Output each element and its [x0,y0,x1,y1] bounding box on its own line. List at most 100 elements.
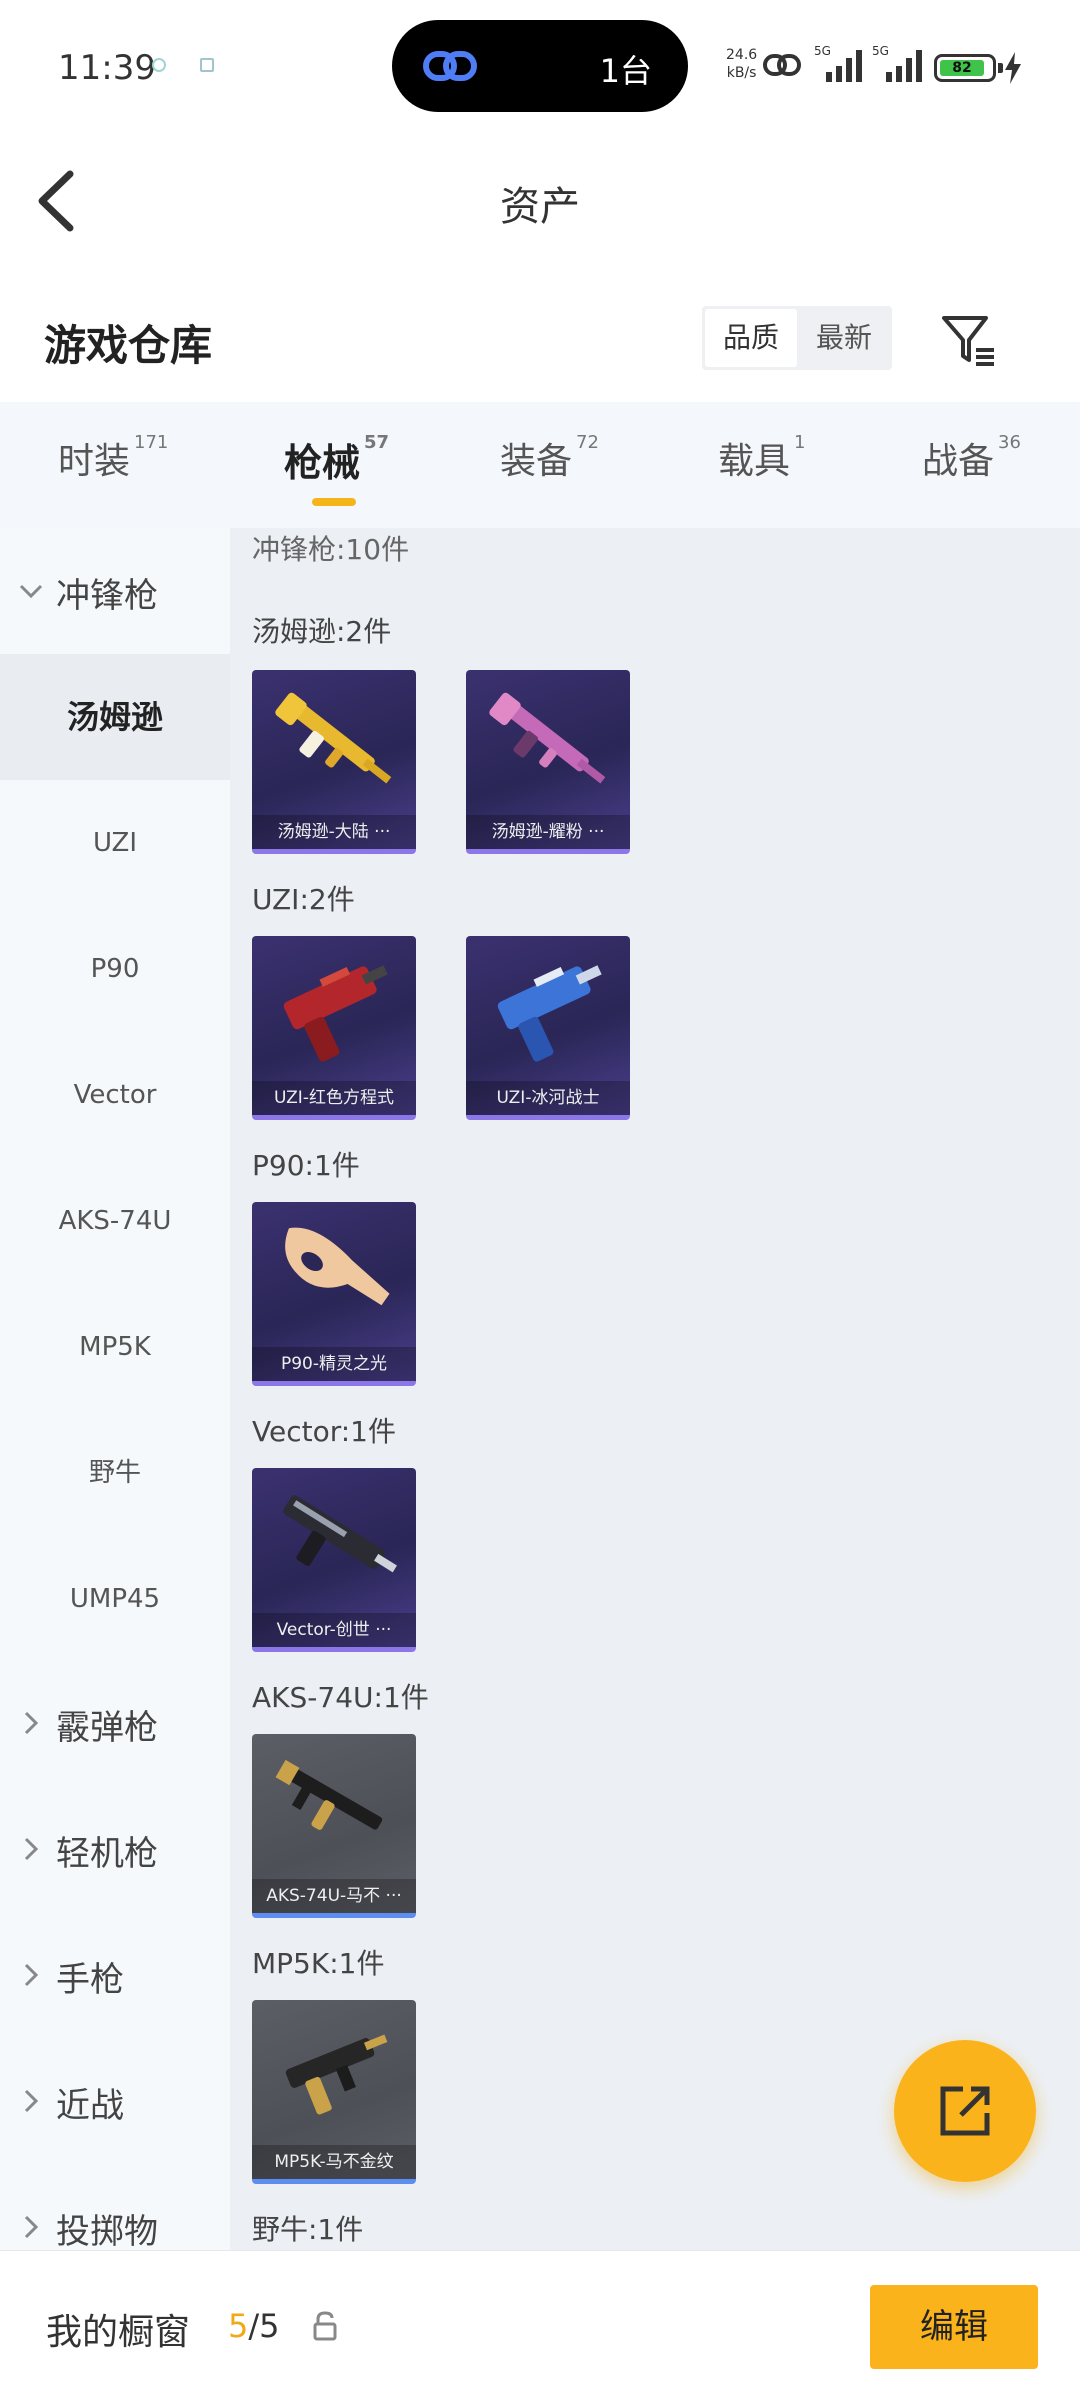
sidebar-group-lmg[interactable]: 轻机枪 [0,1786,230,1912]
thompson-gold-image [275,692,392,784]
p90-image [285,1227,390,1306]
status-bar: 11:39 1台 24.6 kB/s 5G 5G 82 [0,0,1080,130]
item-name: P90-精灵之光 [252,1347,416,1381]
sort-quality-button[interactable]: 品质 [705,309,797,367]
section-label: AKS-74U:1件 [252,1681,429,1714]
sort-toggle: 品质 最新 [702,306,892,370]
sidebar-item-mp5k[interactable]: MP5K [0,1284,230,1410]
uzi-red-image [283,965,388,1062]
tab-fashion[interactable]: 时装 171 [58,432,168,484]
filter-button[interactable] [938,310,998,370]
tab-equipment[interactable]: 装备 72 [500,432,599,484]
item-card[interactable]: MP5K-马不金纹 [252,2000,416,2184]
sidebar: 冲锋枪 汤姆逊 UZI P90 Vector AKS-74U MP5K 野牛 U… [0,528,230,2250]
filter-icon [942,316,994,366]
showcase-count-current: 5 [228,2307,249,2345]
sidebar-item-ump45[interactable]: UMP45 [0,1536,230,1662]
aks74u-image [275,1759,383,1830]
item-card[interactable]: 汤姆逊-大陆 ··· [252,670,416,854]
page: { "status_bar": { "time": "11:39", "isla… [0,0,1080,2400]
item-grid: 冲锋枪:10件 汤姆逊:2件 汤姆逊-大陆 ··· 汤姆逊-耀粉 ··· UZI… [230,528,1080,2250]
signal-icon-1 [826,50,862,82]
chevron-down-icon [19,584,43,599]
message-icon [200,58,214,72]
net-speed-value: 24.6 [726,47,758,63]
header: 资产 [0,130,1080,270]
tab-label: 时装 [58,441,131,482]
item-card[interactable]: Vector-创世 ··· [252,1468,416,1652]
tab-vehicles[interactable]: 载具 1 [718,432,805,484]
share-fab[interactable] [894,2040,1036,2182]
notification-icon [152,58,166,72]
net-speed: 24.6 kB/s [726,46,757,82]
sidebar-group-label: 霰弹枪 [56,1708,158,1748]
item-name: UZI-冰河战士 [466,1081,630,1115]
active-tab-indicator [312,498,356,506]
link-icon [423,51,477,81]
tab-label: 载具 [718,441,791,482]
tab-count: 1 [794,432,806,453]
battery-level: 82 [940,60,984,76]
chevron-right-icon [24,2215,39,2239]
battery-icon: 82 [934,54,996,82]
item-card[interactable]: UZI-红色方程式 [252,936,416,1120]
item-name: 汤姆逊-耀粉 ··· [466,815,630,849]
sidebar-item-uzi[interactable]: UZI [0,780,230,906]
item-card[interactable]: 汤姆逊-耀粉 ··· [466,670,630,854]
sidebar-group-label: 手枪 [56,1960,124,2000]
status-time: 11:39 [58,48,156,88]
sidebar-group-shotgun[interactable]: 霰弹枪 [0,1660,230,1786]
sidebar-item-vector[interactable]: Vector [0,1032,230,1158]
section-label: 汤姆逊:2件 [252,615,392,648]
tab-count: 171 [134,432,169,453]
sidebar-group-smg[interactable]: 冲锋枪 [0,528,230,654]
signal-icon-2 [886,50,922,82]
tab-guns[interactable]: 枪械 57 [284,432,389,487]
edit-button[interactable]: 编辑 [870,2285,1038,2369]
vector-image [283,1495,397,1573]
unlock-icon [313,2311,337,2341]
item-card[interactable]: UZI-冰河战士 [466,936,630,1120]
hotspot-icon [763,54,801,76]
bottom-bar: 我的橱窗 5/5 编辑 [0,2250,1080,2400]
tab-label: 装备 [500,441,573,482]
section-label: P90:1件 [252,1149,360,1182]
section-label: MP5K:1件 [252,1947,385,1980]
tab-count: 57 [364,432,390,453]
sidebar-item-aks74u[interactable]: AKS-74U [0,1158,230,1284]
sidebar-item-bizon[interactable]: 野牛 [0,1410,230,1536]
category-tabs: 时装 171 枪械 57 装备 72 载具 1 战备 36 [0,402,1080,528]
tab-label: 枪械 [284,441,361,485]
island-text: 1台 [599,52,652,90]
item-name: 汤姆逊-大陆 ··· [252,815,416,849]
sidebar-group-pistol[interactable]: 手枪 [0,1912,230,2038]
sidebar-item-thompson[interactable]: 汤姆逊 [0,654,230,780]
warehouse-title: 游戏仓库 [44,321,213,370]
item-name: MP5K-马不金纹 [252,2145,416,2179]
section-label: 野牛:1件 [252,2213,364,2246]
tab-count: 36 [998,432,1021,453]
tab-tactical[interactable]: 战备 36 [922,432,1021,484]
charging-icon [1005,52,1021,84]
dynamic-island[interactable]: 1台 [392,20,688,112]
sidebar-group-label: 冲锋枪 [56,576,158,616]
net-speed-unit: kB/s [726,65,757,81]
mp5k-image [285,2034,388,2115]
sidebar-group-label: 轻机枪 [56,1834,158,1874]
uzi-blue-image [497,965,602,1062]
page-title: 资产 [500,184,580,230]
sidebar-group-melee[interactable]: 近战 [0,2038,230,2164]
sidebar-item-p90[interactable]: P90 [0,906,230,1032]
chevron-right-icon [24,1963,39,1987]
showcase-label: 我的橱窗 [46,2312,191,2353]
item-card[interactable]: AKS-74U-马不 ··· [252,1734,416,1918]
item-card[interactable]: P90-精灵之光 [252,1202,416,1386]
section-label: UZI:2件 [252,883,355,916]
sidebar-group-label: 近战 [56,2086,124,2126]
sort-newest-button[interactable]: 最新 [798,306,890,370]
sidebar-group-throwable[interactable]: 投掷物 [0,2164,230,2250]
sidebar-group-label: 投掷物 [56,2212,158,2250]
chevron-right-icon [24,1711,39,1735]
item-name: AKS-74U-马不 ··· [252,1879,416,1913]
showcase-count: 5/5 [228,2307,280,2345]
